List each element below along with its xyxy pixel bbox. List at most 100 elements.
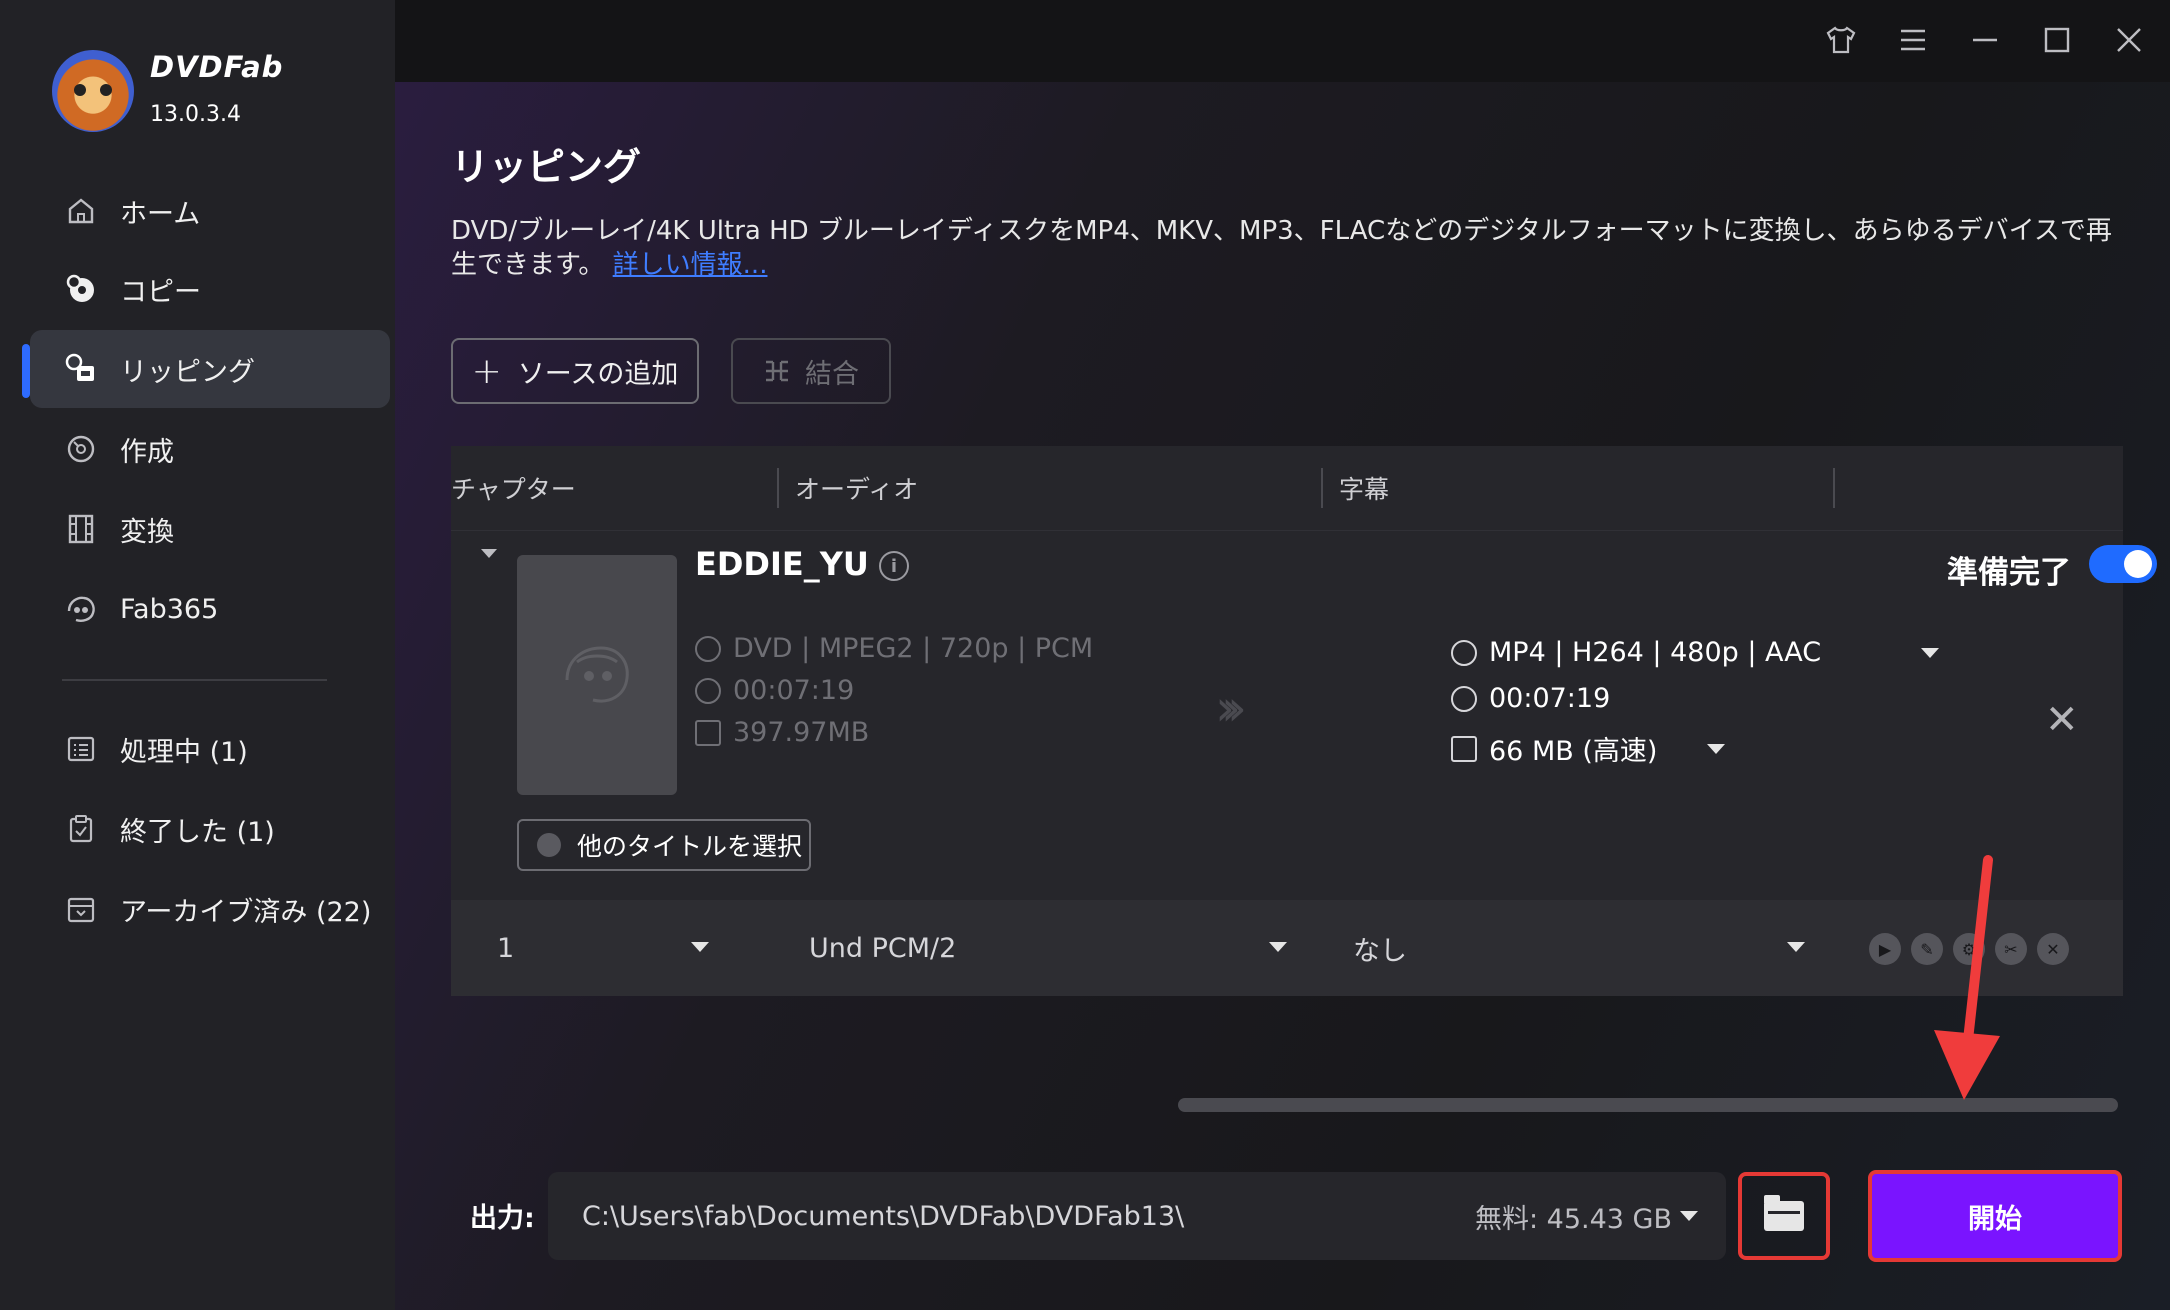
- subtitle-dropdown-icon[interactable]: [1787, 942, 1805, 952]
- plus-icon: +: [471, 350, 502, 392]
- fab365-icon: [64, 592, 98, 626]
- sidebar-item-fab365[interactable]: Fab365: [30, 570, 390, 648]
- main-content: リッピング DVD/ブルーレイ/4K Ultra HD ブルーレイディスクをMP…: [395, 82, 2170, 1310]
- home-icon: [64, 194, 98, 228]
- brand-name: DVDFab: [150, 50, 284, 84]
- select-other-title-button[interactable]: 他のタイトルを選択: [517, 819, 811, 871]
- merge-icon: [763, 358, 791, 384]
- sidebar-item-label: ホーム: [120, 198, 201, 230]
- output-format-text: MP4 | H264 | 480p | AAC: [1489, 637, 1822, 668]
- ready-toggle[interactable]: [2089, 545, 2157, 583]
- sidebar-item-ripper[interactable]: リッピング: [30, 330, 390, 408]
- active-indicator: [22, 344, 30, 398]
- clock-icon: [1451, 685, 1477, 712]
- chapter-dropdown-icon[interactable]: [691, 942, 709, 952]
- sidebar-item-archived[interactable]: アーカイブ済み (22): [30, 870, 390, 948]
- table-header: チャプター オーディオ 字幕: [451, 446, 2123, 530]
- chapter-row: 1 Und PCM/2 なし ▶ ✎ ⚙ ✂ ✕: [451, 900, 2123, 996]
- dvdfab-logo-icon: [52, 50, 134, 132]
- output-format-dropdown-icon[interactable]: [1921, 647, 1940, 658]
- title-thumbnail: [517, 555, 677, 795]
- chapter-select[interactable]: 1: [497, 900, 514, 996]
- sidebar-item-creator[interactable]: 作成: [30, 410, 390, 488]
- merge-button[interactable]: 結合: [731, 338, 891, 404]
- file-size-icon: [695, 719, 721, 746]
- output-format[interactable]: MP4 | H264 | 480p | AAC: [1451, 637, 1940, 668]
- output-path-field[interactable]: C:\Users\fab\Documents\DVDFab\DVDFab13\ …: [548, 1172, 1726, 1260]
- sidebar: DVDFab 13.0.3.4 ホーム コピー リッピング 作成 変換 Fab3…: [0, 0, 395, 1310]
- select-other-title-label: 他のタイトルを選択: [577, 832, 803, 861]
- title-name: EDDIE_YU: [695, 545, 869, 583]
- output-path-text: C:\Users\fab\Documents\DVDFab\DVDFab13\: [582, 1200, 1185, 1232]
- start-button[interactable]: 開始: [1868, 1170, 2122, 1262]
- header-chapter: チャプター: [451, 475, 576, 504]
- header-divider: [1833, 468, 1835, 508]
- sidebar-item-label: 処理中 (1): [120, 736, 248, 768]
- add-source-label: ソースの追加: [517, 358, 679, 390]
- delete-icon[interactable]: ✕: [2037, 933, 2069, 965]
- skin-shirt-icon[interactable]: [1819, 18, 1863, 62]
- sidebar-item-finished[interactable]: 終了した (1): [30, 790, 390, 868]
- menu-icon[interactable]: [1891, 18, 1935, 62]
- audio-select[interactable]: Und PCM/2: [809, 900, 956, 996]
- page-description: DVD/ブルーレイ/4K Ultra HD ブルーレイディスクをMP4、MKV、…: [451, 214, 2121, 282]
- sidebar-divider: [62, 679, 327, 681]
- free-space-dropdown-icon[interactable]: [1680, 1211, 1698, 1221]
- play-icon[interactable]: ▶: [1869, 933, 1901, 965]
- info-icon[interactable]: i: [879, 551, 909, 581]
- source-size: 397.97MB: [695, 717, 869, 748]
- free-space[interactable]: 無料: 45.43 GB: [1475, 1172, 1698, 1260]
- title-item: EDDIE_YU i DVD | MPEG2 | 720p | PCM 00:0…: [451, 530, 2157, 900]
- subtitle-select[interactable]: なし: [1353, 900, 1407, 996]
- sidebar-item-label: 終了した (1): [120, 816, 275, 848]
- sidebar-item-label: リッピング: [120, 356, 255, 388]
- film-icon: [64, 512, 98, 546]
- ripper-icon: [64, 352, 98, 386]
- minimize-icon[interactable]: [1963, 18, 2007, 62]
- output-size-dropdown-icon[interactable]: [1707, 743, 1726, 754]
- maximize-icon[interactable]: [2035, 18, 2079, 62]
- sidebar-item-processing[interactable]: 処理中 (1): [30, 710, 390, 788]
- page-title: リッピング: [451, 145, 642, 189]
- creator-icon: [64, 432, 98, 466]
- list-icon: [537, 833, 561, 857]
- source-duration: 00:07:19: [695, 675, 854, 706]
- add-source-button[interactable]: + ソースの追加: [451, 338, 699, 404]
- copy-disc-icon: [64, 272, 98, 306]
- app-version: 13.0.3.4: [150, 102, 241, 127]
- source-format-text: DVD | MPEG2 | 720p | PCM: [733, 633, 1094, 664]
- sidebar-item-converter[interactable]: 変換: [30, 490, 390, 568]
- ready-label: 準備完了: [1947, 555, 2071, 591]
- folder-icon: [1764, 1195, 1804, 1231]
- sidebar-item-label: コピー: [120, 276, 201, 308]
- header-divider: [777, 468, 779, 508]
- output-size-text: 66 MB (高速): [1489, 736, 1658, 767]
- remove-title-icon[interactable]: ✕: [2045, 697, 2079, 743]
- archive-box-icon: [64, 892, 98, 926]
- audio-dropdown-icon[interactable]: [1269, 942, 1287, 952]
- more-info-link[interactable]: 詳しい情報...: [613, 250, 768, 280]
- processing-list-icon: [64, 732, 98, 766]
- collapse-toggle-icon[interactable]: [481, 549, 497, 558]
- clock-icon: [695, 677, 721, 704]
- sidebar-item-copy[interactable]: コピー: [30, 250, 390, 328]
- output-duration-text: 00:07:19: [1489, 683, 1611, 714]
- sidebar-item-label: Fab365: [120, 593, 219, 625]
- sidebar-item-label: アーカイブ済み (22): [120, 896, 372, 928]
- sidebar-item-home[interactable]: ホーム: [30, 172, 390, 250]
- finished-clipboard-icon: [64, 812, 98, 846]
- convert-arrows-icon: ›››: [1215, 679, 1247, 737]
- source-size-text: 397.97MB: [733, 717, 870, 748]
- merge-label: 結合: [805, 358, 859, 390]
- output-label: 出力:: [470, 1203, 535, 1234]
- source-format: DVD | MPEG2 | 720p | PCM: [695, 633, 1093, 664]
- free-space-text: 無料: 45.43 GB: [1474, 1203, 1672, 1235]
- output-size[interactable]: 66 MB (高速): [1451, 729, 1726, 768]
- output-duration: 00:07:19: [1451, 683, 1610, 714]
- placeholder-monkey-icon: [565, 646, 629, 703]
- source-duration-text: 00:07:19: [733, 675, 855, 706]
- close-window-icon[interactable]: [2107, 18, 2151, 62]
- header-audio: オーディオ: [795, 475, 919, 504]
- browse-folder-button[interactable]: [1738, 1172, 1830, 1260]
- sidebar-item-label: 変換: [120, 516, 174, 548]
